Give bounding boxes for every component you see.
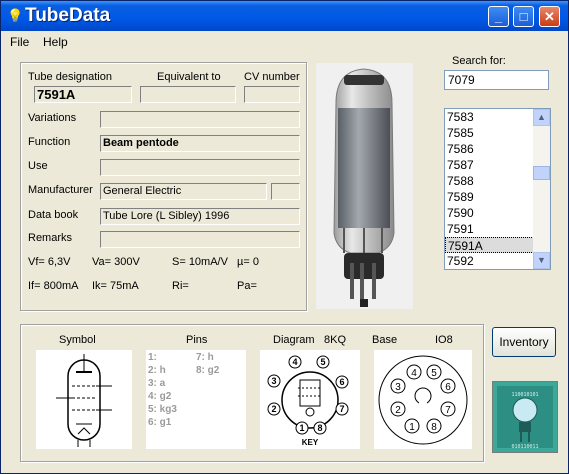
base-label: Base [372, 334, 398, 346]
base-code: IO8 [435, 334, 453, 346]
pin-label: 4: g2 [148, 391, 172, 402]
base-pin: 5 [431, 368, 437, 379]
base-diagram-icon: 1 2 3 4 5 6 7 8 [378, 355, 468, 445]
tube-designation-field[interactable]: 7591A [34, 86, 132, 103]
inventory-button[interactable]: Inventory [492, 327, 556, 357]
pin-label: 6: g1 [148, 417, 172, 428]
base-pin: 8 [431, 422, 437, 433]
use-field[interactable] [100, 159, 300, 176]
title-bar[interactable]: 💡 TubeData _ □ ✕ [1, 1, 568, 31]
scroll-thumb[interactable] [533, 166, 550, 180]
diagram-pin: 2 [271, 404, 276, 414]
base-pin: 2 [395, 405, 401, 416]
param-if: If= 800mA [28, 280, 79, 292]
diagram-pin: 3 [271, 376, 276, 386]
diagram-pin: 5 [320, 357, 325, 367]
app-window: 💡 TubeData _ □ ✕ File Help Tube designat… [0, 0, 569, 474]
manufacturer-field[interactable]: General Electric [100, 183, 267, 200]
param-s: S= 10mA/V [172, 256, 228, 268]
key-label: KEY [302, 438, 319, 447]
menu-help[interactable]: Help [43, 35, 68, 49]
pin-label: 2: h [148, 365, 166, 376]
symbol-panel [36, 350, 132, 449]
cv-number-field[interactable] [244, 86, 300, 103]
databook-label: Data book [28, 209, 79, 221]
lightbulb-icon: 💡 [7, 8, 24, 23]
remarks-label: Remarks [28, 232, 73, 244]
diagram-pins: 1 2 3 4 5 6 7 8 [267, 355, 349, 435]
manufacturer-code-field[interactable] [271, 183, 300, 200]
window-title: TubeData [25, 5, 111, 26]
base-pin: 7 [445, 405, 451, 416]
variations-field[interactable] [100, 111, 300, 128]
diagram-pin: 6 [339, 377, 344, 387]
diagram-label: Diagram [273, 334, 315, 346]
minimize-button[interactable]: _ [488, 6, 509, 27]
equivalent-field[interactable] [140, 86, 236, 103]
tube-symbol-icon [56, 354, 112, 447]
param-ik: Ik= 75mA [92, 280, 139, 292]
menu-bar: File Help [1, 32, 568, 52]
pins-label: Pins [186, 334, 208, 346]
param-ri: Ri= [172, 280, 189, 292]
function-label: Function [28, 136, 71, 148]
base-pin: 4 [411, 368, 417, 379]
tube-listbox[interactable]: 7583 7585 7586 7587 7588 7589 7590 7591 7591A 759… [444, 108, 551, 270]
scroll-down-arrow-icon[interactable]: ▼ [533, 252, 550, 269]
databook-field[interactable]: Tube Lore (L Sibley) 1996 [100, 208, 300, 225]
variations-label: Variations [28, 112, 77, 124]
pin-diagram-icon: 1 2 3 4 5 6 7 8 KEY [267, 355, 349, 447]
search-input[interactable]: 7079 [444, 70, 549, 90]
base-pin: 1 [409, 422, 415, 433]
search-label: Search for: [452, 55, 506, 67]
use-label: Use [28, 160, 48, 172]
tube-designation-label: Tube designation [28, 71, 112, 83]
menu-file[interactable]: File [10, 35, 29, 49]
scroll-up-arrow-icon[interactable]: ▲ [533, 109, 550, 126]
param-mu: µ= 0 [237, 256, 259, 268]
base-pin: 3 [395, 382, 401, 393]
pin-label: 8: g2 [196, 365, 220, 376]
param-pa: Pa= [237, 280, 257, 292]
diagram-code: 8KQ [324, 334, 347, 346]
manufacturer-label: Manufacturer [28, 184, 93, 196]
base-panel: 1 2 3 4 5 6 7 8 [374, 350, 472, 449]
param-va: Va= 300V [92, 256, 140, 268]
diagram-pin: 8 [317, 423, 322, 433]
list-scrollbar[interactable]: ▲ ▼ [533, 109, 550, 269]
pin-label: 1: [148, 352, 157, 363]
param-vf: Vf= 6,3V [28, 256, 71, 268]
remarks-field[interactable] [100, 231, 300, 248]
pins-panel: 1: 2: h 3: a 4: g2 5: kg3 6: g1 7: h 8: … [146, 350, 246, 449]
diagram-pin: 4 [292, 357, 297, 367]
svg-text:110010101: 110010101 [511, 392, 538, 398]
function-field[interactable]: Beam pentode [100, 135, 300, 152]
cv-number-label: CV number [244, 71, 300, 83]
close-button[interactable]: ✕ [539, 6, 560, 27]
pin-label: 3: a [148, 378, 166, 389]
tube-photo [316, 63, 413, 309]
equivalent-label: Equivalent to [157, 71, 221, 83]
base-pin: 6 [445, 382, 451, 393]
maximize-button[interactable]: □ [513, 6, 534, 27]
symbol-label: Symbol [59, 334, 96, 346]
pin-label: 7: h [196, 352, 214, 363]
diagram-pin: 7 [339, 404, 344, 414]
diagram-pin: 1 [299, 423, 304, 433]
pin-label: 5: kg3 [148, 404, 177, 415]
base-pins: 1 2 3 4 5 6 7 8 [390, 364, 456, 434]
app-logo: 110010101 010110011 [492, 381, 558, 453]
diagram-panel: 1 2 3 4 5 6 7 8 KEY [260, 350, 360, 449]
svg-text:010110011: 010110011 [511, 444, 538, 450]
